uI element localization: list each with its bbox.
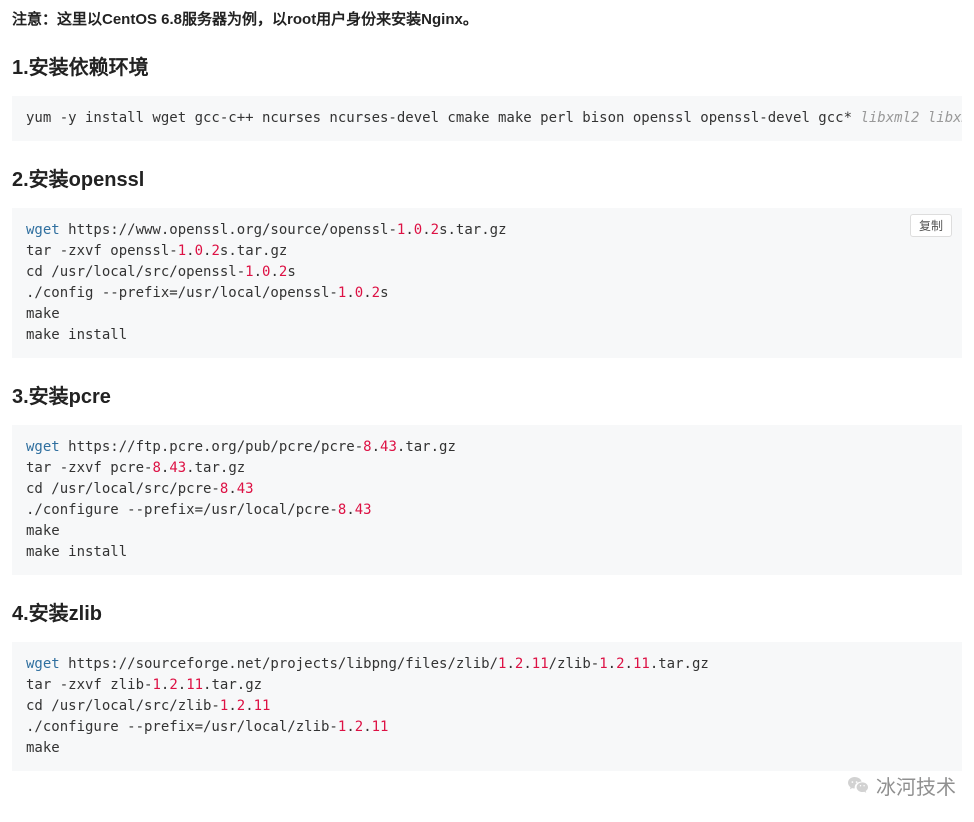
code-content[interactable]: wget https://www.openssl.org/source/open… [12,208,962,358]
copy-button[interactable]: 复制 [910,214,952,237]
code-block: 复制wget https://www.openssl.org/source/op… [12,208,962,358]
code-content[interactable]: yum -y install wget gcc-c++ ncurses ncur… [12,96,962,141]
section-heading: 3.安装pcre [12,380,962,409]
section-heading: 4.安装zlib [12,597,962,626]
code-content[interactable]: wget https://sourceforge.net/projects/li… [12,642,962,771]
code-content[interactable]: wget https://ftp.pcre.org/pub/pcre/pcre-… [12,425,962,575]
intro-note: 注意：这里以CentOS 6.8服务器为例，以root用户身份来安装Nginx。 [12,8,962,29]
wechat-icon [846,774,870,798]
code-block: wget https://ftp.pcre.org/pub/pcre/pcre-… [12,425,962,575]
section-heading: 1.安装依赖环境 [12,51,962,80]
code-block: yum -y install wget gcc-c++ ncurses ncur… [12,96,962,141]
watermark-account: 冰河技术 [846,771,956,800]
code-block: wget https://sourceforge.net/projects/li… [12,642,962,771]
section-heading: 2.安装openssl [12,163,962,192]
watermark-text: 冰河技术 [876,771,956,800]
